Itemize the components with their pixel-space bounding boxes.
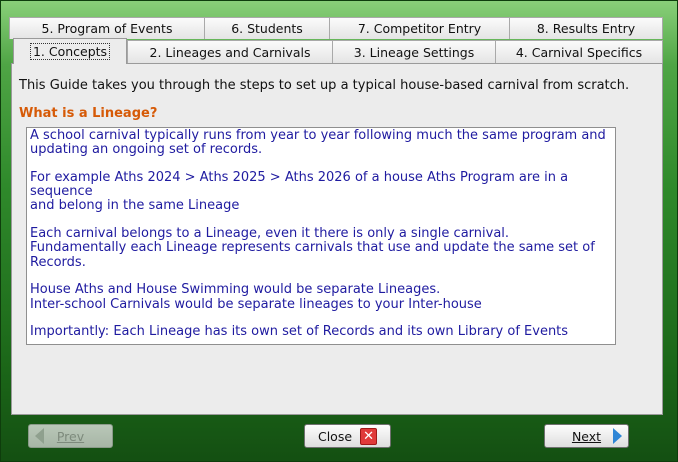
intro-text: This Guide takes you through the steps t…: [19, 78, 630, 93]
tab-program-of-events[interactable]: 5. Program of Events: [9, 17, 205, 39]
textbox-line: House Aths and House Swimming would be s…: [30, 282, 441, 298]
textbox-line: and belong in the same Lineage: [30, 198, 240, 214]
section-heading: What is a Lineage?: [19, 106, 158, 121]
textbox-line: Fundamentally each Lineage represents ca…: [30, 240, 595, 256]
wizard-window: 5. Program of Events 6. Students 7. Comp…: [0, 0, 678, 462]
tab-label: 6. Students: [231, 21, 303, 36]
arrow-left-icon: [35, 428, 44, 444]
tab-label: 8. Results Entry: [536, 21, 636, 36]
tab-label: 1. Concepts: [29, 43, 111, 60]
tab-results-entry[interactable]: 8. Results Entry: [509, 17, 663, 39]
arrow-right-icon: [613, 428, 622, 444]
textbox-line: Importantly: Each Lineage has its own se…: [30, 324, 569, 340]
prev-button-label: Prev: [56, 428, 85, 444]
tab-concepts[interactable]: 1. Concepts: [13, 38, 127, 64]
textbox-line: Records.: [30, 254, 86, 270]
tab-carnival-specifics[interactable]: 4. Carnival Specifics: [495, 40, 663, 63]
tab-students[interactable]: 6. Students: [204, 17, 330, 39]
next-button-label: Next: [571, 428, 602, 444]
textbox-line: For example Aths 2024 > Aths 2025 > Aths…: [30, 170, 569, 200]
textbox-line: updating an ongoing set of records.: [30, 142, 263, 158]
tab-competitor-entry[interactable]: 7. Competitor Entry: [329, 17, 510, 39]
tab-label: 7. Competitor Entry: [357, 21, 482, 36]
tab-label: 5. Program of Events: [41, 21, 173, 36]
textbox-line: Each carnival belongs to a Lineage, even…: [30, 226, 510, 242]
concepts-panel: This Guide takes you through the steps t…: [11, 63, 663, 415]
tab-label: 4. Carnival Specifics: [515, 44, 643, 60]
prev-button[interactable]: Prev: [28, 424, 113, 448]
tab-lineage-settings[interactable]: 3. Lineage Settings: [332, 40, 496, 63]
close-button-label: Close: [317, 428, 353, 444]
tab-lineages-and-carnivals[interactable]: 2. Lineages and Carnivals: [127, 40, 333, 63]
close-button[interactable]: Close ✕: [304, 424, 391, 448]
explanation-textbox[interactable]: A school carnival typically runs from ye…: [26, 127, 616, 345]
next-button[interactable]: Next: [544, 424, 629, 448]
tab-label: 3. Lineage Settings: [353, 44, 475, 60]
textbox-line: A school carnival typically runs from ye…: [30, 128, 606, 143]
close-x-icon: ✕: [360, 427, 378, 445]
textbox-line: Inter-school Carnivals would be separate…: [30, 296, 482, 312]
tab-label: 2. Lineages and Carnivals: [149, 44, 311, 60]
